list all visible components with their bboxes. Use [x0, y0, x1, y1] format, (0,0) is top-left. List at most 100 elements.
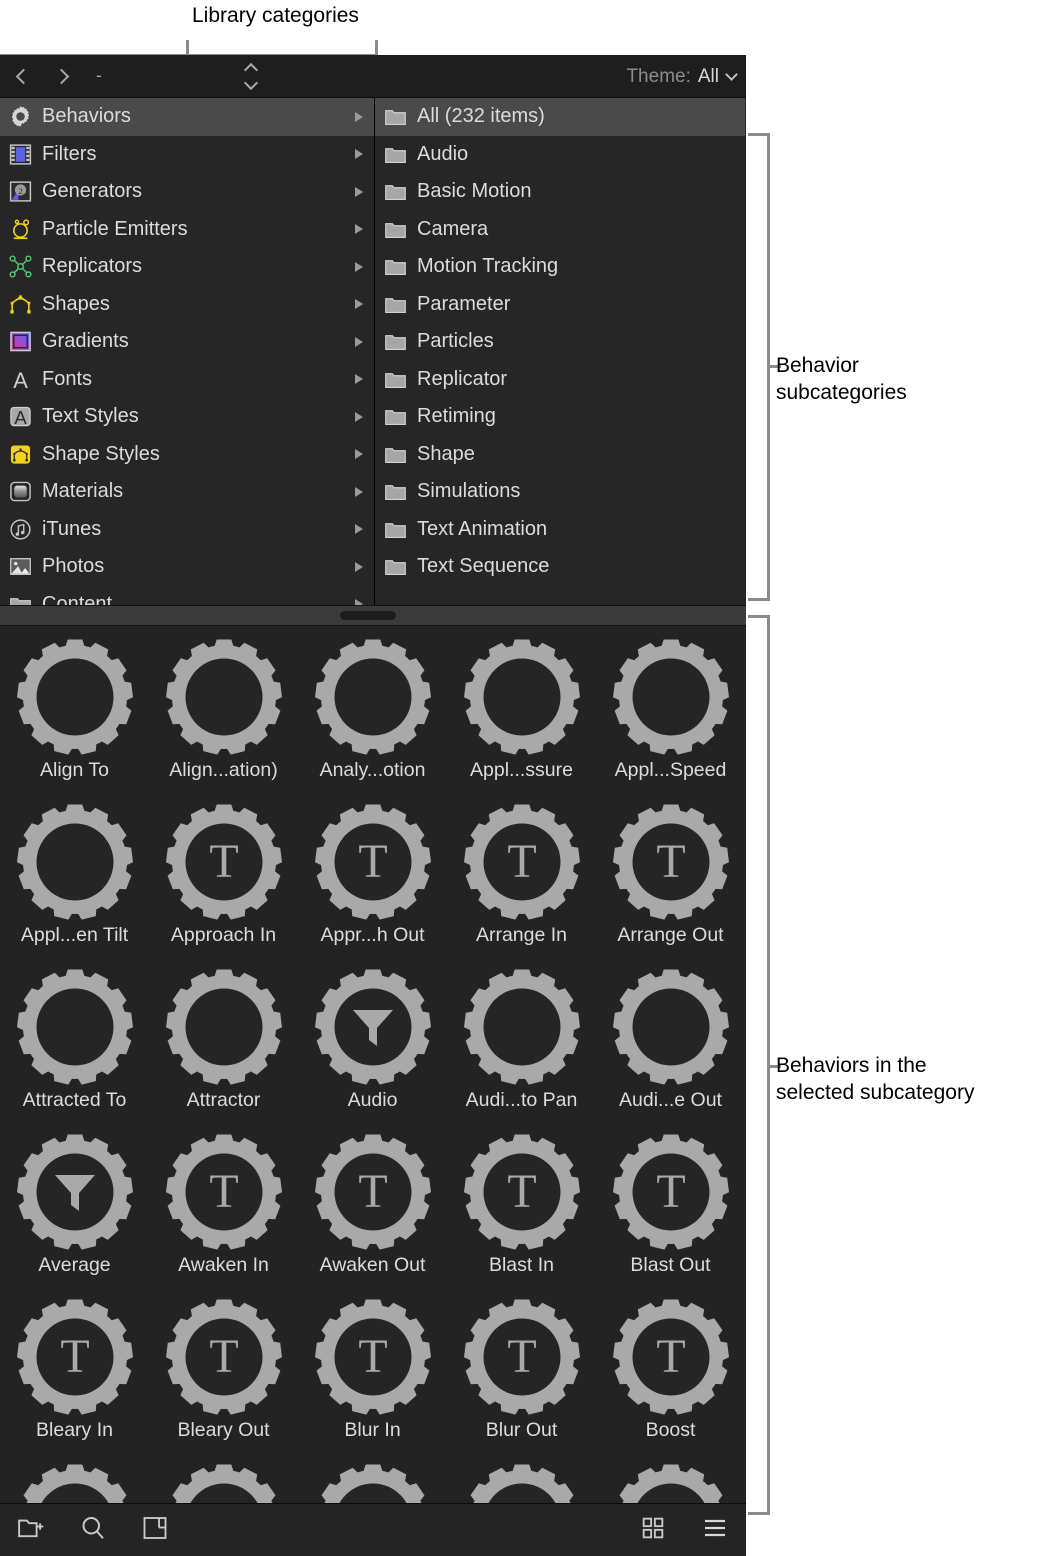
- behavior-item[interactable]: Appl...en Tilt: [0, 801, 149, 966]
- sidebar-item-photos[interactable]: Photos: [0, 548, 374, 586]
- new-folder-button[interactable]: [0, 1504, 62, 1556]
- behavior-item[interactable]: Attracted To: [0, 966, 149, 1131]
- subcategory-item-simulations[interactable]: Simulations: [375, 473, 745, 511]
- behavior-item[interactable]: Appl...Speed: [596, 636, 745, 801]
- sidebar-item-shape-styles[interactable]: Shape Styles: [0, 436, 374, 474]
- behavior-item[interactable]: Appl...ssure: [447, 636, 596, 801]
- gear-behavior-icon: [461, 966, 583, 1088]
- subcategory-item-label: Parameter: [417, 292, 511, 315]
- gear-behavior-icon: [461, 636, 583, 758]
- path-stepper-button[interactable]: [234, 55, 268, 98]
- back-button[interactable]: [0, 55, 42, 98]
- library-bottom-toolbar: [0, 1503, 746, 1556]
- subcategory-item-audio[interactable]: Audio: [375, 136, 745, 174]
- behavior-item[interactable]: T Blur Out: [447, 1296, 596, 1461]
- sidebar-item-content[interactable]: Content: [0, 586, 374, 605]
- disclosure-triangle-icon: [355, 449, 363, 460]
- svg-text:T: T: [209, 835, 238, 888]
- subcategory-item-motion-tracking[interactable]: Motion Tracking: [375, 248, 745, 286]
- subcategory-item-label: Basic Motion: [417, 180, 532, 203]
- subcategory-item-label: Retiming: [417, 405, 496, 428]
- behavior-item-label: Arrange Out: [617, 924, 724, 946]
- subcategory-item-text-animation[interactable]: Text Animation: [375, 511, 745, 549]
- sidebar-item-replicators[interactable]: Replicators: [0, 248, 374, 286]
- behavior-item[interactable]: T Awaken In: [149, 1131, 298, 1296]
- library-categories-column[interactable]: Behaviors Filters 2 Generators Particle …: [0, 98, 375, 605]
- behavior-item[interactable]: Align...ation): [149, 636, 298, 801]
- behavior-item[interactable]: T: [298, 1461, 447, 1506]
- behavior-item[interactable]: Audi...e Out: [596, 966, 745, 1131]
- behavior-item[interactable]: Average: [0, 1131, 149, 1296]
- behavior-item[interactable]: T Appr...h Out: [298, 801, 447, 966]
- behavior-item[interactable]: T Bleary Out: [149, 1296, 298, 1461]
- behavior-item[interactable]: Audio: [298, 966, 447, 1131]
- subcategory-item-retiming[interactable]: Retiming: [375, 398, 745, 436]
- svg-text:T: T: [507, 1165, 536, 1218]
- subcategory-item-camera[interactable]: Camera: [375, 211, 745, 249]
- disclosure-triangle-icon: [355, 149, 363, 160]
- sidebar-item-behaviors[interactable]: Behaviors: [0, 98, 374, 136]
- theme-dropdown[interactable]: Theme: All: [626, 55, 738, 98]
- behavior-item[interactable]: Attractor: [149, 966, 298, 1131]
- behavior-item[interactable]: Align To: [0, 636, 149, 801]
- gear-text-behavior-icon: T: [461, 1461, 583, 1506]
- behavior-item-label: Arrange In: [475, 924, 568, 946]
- behavior-item[interactable]: T Arrange In: [447, 801, 596, 966]
- behavior-item[interactable]: T: [149, 1461, 298, 1506]
- behavior-item[interactable]: T Blast In: [447, 1131, 596, 1296]
- subcategory-item-parameter[interactable]: Parameter: [375, 286, 745, 324]
- library-subcategories-column[interactable]: All (232 items) Audio Basic Motion Camer…: [375, 98, 745, 605]
- behavior-item[interactable]: T Approach In: [149, 801, 298, 966]
- subcategory-item-replicator[interactable]: Replicator: [375, 361, 745, 399]
- list-view-button[interactable]: [684, 1504, 746, 1556]
- preview-toggle-button[interactable]: [124, 1504, 186, 1556]
- folder-icon: [383, 329, 408, 354]
- disclosure-triangle-icon: [355, 299, 363, 310]
- folder-icon: [383, 442, 408, 467]
- subcategory-item-particles[interactable]: Particles: [375, 323, 745, 361]
- behavior-item[interactable]: T: [596, 1461, 745, 1506]
- behavior-item[interactable]: T Blast Out: [596, 1131, 745, 1296]
- drag-handle-icon[interactable]: [340, 611, 396, 620]
- behavior-item[interactable]: T Arrange Out: [596, 801, 745, 966]
- gear-text-behavior-icon: T: [163, 801, 285, 923]
- sidebar-item-generators[interactable]: 2 Generators: [0, 173, 374, 211]
- sidebar-item-shapes[interactable]: Shapes: [0, 286, 374, 324]
- behavior-item[interactable]: Audi...to Pan: [447, 966, 596, 1131]
- behavior-item-label: Audi...to Pan: [465, 1089, 578, 1111]
- behavior-item-label: Audi...e Out: [619, 1089, 722, 1111]
- behavior-item[interactable]: T Bleary In: [0, 1296, 149, 1461]
- sidebar-item-label: Materials: [42, 480, 124, 503]
- sidebar-item-particle-emitters[interactable]: Particle Emitters: [0, 211, 374, 249]
- subcategory-item-all[interactable]: All (232 items): [375, 98, 745, 136]
- forward-button[interactable]: [42, 55, 84, 98]
- subcategory-item-basic-motion[interactable]: Basic Motion: [375, 173, 745, 211]
- gear-text-behavior-icon: T: [14, 1461, 136, 1506]
- sidebar-item-materials[interactable]: Materials: [0, 473, 374, 511]
- search-button[interactable]: [62, 1504, 124, 1556]
- grid-view-button[interactable]: [622, 1504, 684, 1556]
- behavior-item[interactable]: T Awaken Out: [298, 1131, 447, 1296]
- behavior-item[interactable]: T: [447, 1461, 596, 1506]
- gear-text-behavior-icon: T: [610, 801, 732, 923]
- behavior-item[interactable]: T: [0, 1461, 149, 1506]
- gear-behavior-icon: [610, 636, 732, 758]
- subcategory-item-text-sequence[interactable]: Text Sequence: [375, 548, 745, 586]
- behavior-item[interactable]: Analy...otion: [298, 636, 447, 801]
- svg-text:T: T: [507, 1330, 536, 1383]
- behavior-item[interactable]: T Boost: [596, 1296, 745, 1461]
- sidebar-item-itunes[interactable]: iTunes: [0, 511, 374, 549]
- sidebar-item-text-styles[interactable]: A Text Styles: [0, 398, 374, 436]
- subcategory-item-shape[interactable]: Shape: [375, 436, 745, 474]
- panel-splitter[interactable]: [0, 605, 746, 626]
- behavior-item[interactable]: T Blur In: [298, 1296, 447, 1461]
- sidebar-item-filters[interactable]: Filters: [0, 136, 374, 174]
- gear-text-behavior-icon: T: [610, 1461, 732, 1506]
- gear-behavior-icon: [14, 966, 136, 1088]
- sidebar-item-fonts[interactable]: A Fonts: [0, 361, 374, 399]
- sidebar-item-label: iTunes: [42, 517, 102, 540]
- chevron-down-icon: [243, 75, 259, 90]
- sidebar-item-gradients[interactable]: Gradients: [0, 323, 374, 361]
- behavior-item-label: Approach In: [170, 924, 277, 946]
- svg-text:2: 2: [18, 186, 22, 196]
